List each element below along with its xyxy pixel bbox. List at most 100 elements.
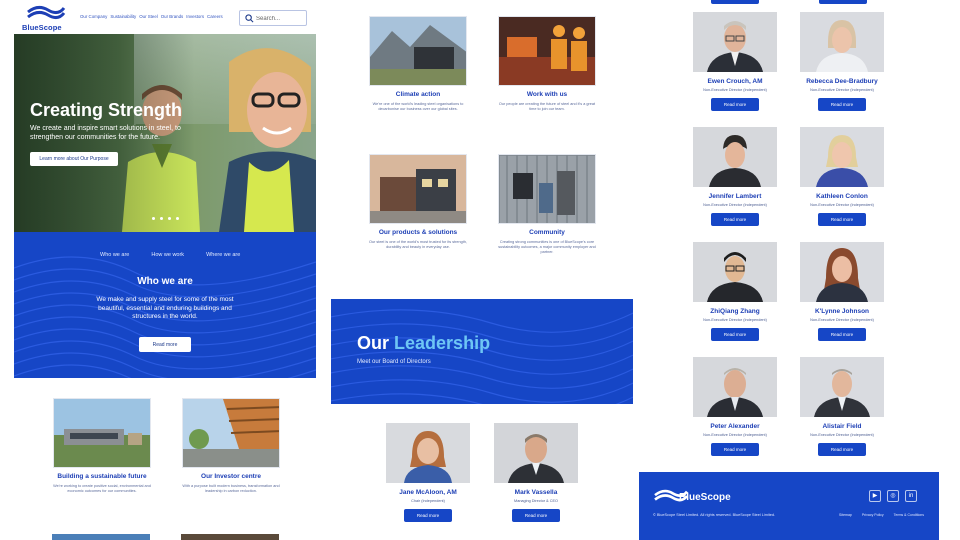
carousel-dot[interactable] <box>176 217 179 220</box>
read-more-button[interactable]: Read more <box>818 328 866 341</box>
nav-item-careers[interactable]: Careers <box>207 14 223 19</box>
director-photo <box>386 423 470 483</box>
content-page-panel: Climate action We're one of the world's … <box>331 0 633 540</box>
carousel-dot[interactable] <box>152 217 155 220</box>
footer-copyright: © BlueScope Steel Limited. All rights re… <box>653 513 776 517</box>
director-role: Non-Executive Director (Independent) <box>703 203 767 207</box>
card-work-with-us[interactable]: Work with us Our people are creating the… <box>493 16 601 112</box>
director-name: Kathleen Conlon <box>816 193 868 200</box>
hero-subtitle: We create and inspire smart solutions in… <box>30 125 181 141</box>
director-role: Non-Executive Director (Independent) <box>703 88 767 92</box>
card-title: Our products & solutions <box>378 229 458 236</box>
tab-how-we-work[interactable]: How we work <box>151 252 184 258</box>
read-more-button[interactable]: Read more <box>512 509 560 522</box>
card-title: Community <box>529 229 565 236</box>
director-card: Jennifer Lambert Non-Executive Director … <box>687 127 783 226</box>
card-description: Creating strong communities is one of Bl… <box>498 240 596 254</box>
carousel-dot[interactable] <box>168 217 171 220</box>
read-more-button[interactable]: Read more <box>711 213 759 226</box>
board-page-panel: Ewen Crouch, AM Non-Executive Director (… <box>639 0 939 540</box>
leadership-title-highlight: Leadership <box>394 333 491 353</box>
search-box[interactable] <box>239 10 307 26</box>
card-image <box>369 16 467 86</box>
tab-where-we-are[interactable]: Where we are <box>206 252 240 258</box>
nav-item-our-brands[interactable]: Our Brands <box>161 14 183 19</box>
social-links: ▶ ◎ in <box>869 490 917 502</box>
director-photo <box>693 127 777 187</box>
read-more-button-partial[interactable] <box>819 0 867 4</box>
card-description: Our people are creating the future of st… <box>498 102 596 111</box>
director-photo <box>800 357 884 417</box>
tab-who-we-are[interactable]: Who we are <box>100 252 129 258</box>
director-card: K'Lynne Johnson Non-Executive Director (… <box>794 242 890 341</box>
read-more-button[interactable]: Read more <box>711 328 759 341</box>
director-name: Alistair Field <box>822 423 862 430</box>
footer-link-terms[interactable]: Terms & Conditions <box>894 513 924 517</box>
director-name: Mark Vassella <box>514 489 558 496</box>
card-description: We're one of the world's leading steel o… <box>372 102 464 111</box>
bluescope-logo[interactable]: BlueScope <box>22 4 70 32</box>
director-card: Kathleen Conlon Non-Executive Director (… <box>794 127 890 226</box>
card-description: With a purpose built modern business, tr… <box>182 484 280 493</box>
director-role: Non-Executive Director (Independent) <box>810 203 874 207</box>
card-image <box>53 398 151 468</box>
card-products-solutions[interactable]: Our products & solutions Our steel is on… <box>364 154 472 250</box>
director-role: Non-Executive Director (Independent) <box>703 433 767 437</box>
read-more-button[interactable]: Read more <box>711 443 759 456</box>
search-input[interactable] <box>256 13 304 24</box>
leadership-banner: Our Leadership Meet our Board of Directo… <box>331 299 633 404</box>
nav-item-investors[interactable]: Investors <box>186 14 204 19</box>
card-climate-action[interactable]: Climate action We're one of the world's … <box>364 16 472 112</box>
read-more-button-partial[interactable] <box>711 0 759 4</box>
search-icon <box>245 14 254 23</box>
director-name: Peter Alexander <box>710 423 760 430</box>
hero-cta-button[interactable]: Learn more about Our Purpose <box>30 152 118 166</box>
card-investor-centre[interactable]: Our Investor centre With a purpose built… <box>177 398 285 494</box>
read-more-button[interactable]: Read more <box>404 509 452 522</box>
card-image <box>498 154 596 224</box>
director-photo <box>800 242 884 302</box>
nav-item-our-company[interactable]: Our Company <box>80 14 107 19</box>
youtube-icon[interactable]: ▶ <box>869 490 881 502</box>
bluescope-wave-icon <box>27 5 66 20</box>
director-role: Managing Director & CEO <box>514 499 558 503</box>
hero-title: Creating Strength <box>30 100 183 120</box>
carousel-dot[interactable] <box>160 217 163 220</box>
card-sustainable-future[interactable]: Building a sustainable future We're work… <box>48 398 156 494</box>
linkedin-icon[interactable]: in <box>905 490 917 502</box>
hero-person-image <box>219 48 316 232</box>
director-role: Non-Executive Director (Independent) <box>703 318 767 322</box>
director-photo <box>800 12 884 72</box>
footer-link-sitemap[interactable]: Sitemap <box>839 513 852 517</box>
read-more-button[interactable]: Read more <box>818 98 866 111</box>
card-description: We're working to create positive social,… <box>53 484 151 493</box>
card-community[interactable]: Community Creating strong communities is… <box>493 154 601 255</box>
logo-text: BlueScope <box>22 23 62 32</box>
footer-links: Sitemap Privacy Policy Terms & Condition… <box>839 513 924 517</box>
footer-logo-text[interactable]: BlueScope <box>679 492 731 503</box>
director-card: Mark Vassella Managing Director & CEO Re… <box>488 423 584 522</box>
read-more-button[interactable]: Read more <box>818 443 866 456</box>
nav-item-our-steel[interactable]: Our Steel <box>139 14 158 19</box>
director-card: Peter Alexander Non-Executive Director (… <box>687 357 783 456</box>
card-description: Our steel is one of the world's most tru… <box>368 240 467 249</box>
card-image <box>182 398 280 468</box>
footer-link-privacy[interactable]: Privacy Policy <box>862 513 884 517</box>
director-card: ZhiQiang Zhang Non-Executive Director (I… <box>687 242 783 341</box>
instagram-icon[interactable]: ◎ <box>887 490 899 502</box>
read-more-button[interactable]: Read more <box>711 98 759 111</box>
card-image-partial <box>52 534 150 540</box>
read-more-button[interactable]: Read more <box>818 213 866 226</box>
header: BlueScope Our Company Sustainability Our… <box>14 0 316 34</box>
director-photo <box>494 423 578 483</box>
leadership-title-main: Our <box>357 333 390 353</box>
director-card: Ewen Crouch, AM Non-Executive Director (… <box>687 12 783 111</box>
who-tabs: Who we are How we work Where we are <box>100 252 240 258</box>
nav-item-sustainability[interactable]: Sustainability <box>110 14 136 19</box>
card-image <box>369 154 467 224</box>
who-read-more-button[interactable]: Read more <box>139 337 191 352</box>
director-name: Rebecca Dee-Bradbury <box>806 78 878 85</box>
director-role: Non-Executive Director (Independent) <box>810 433 874 437</box>
card-title: Climate action <box>395 91 441 98</box>
director-role: Chair (Independent) <box>411 499 445 503</box>
